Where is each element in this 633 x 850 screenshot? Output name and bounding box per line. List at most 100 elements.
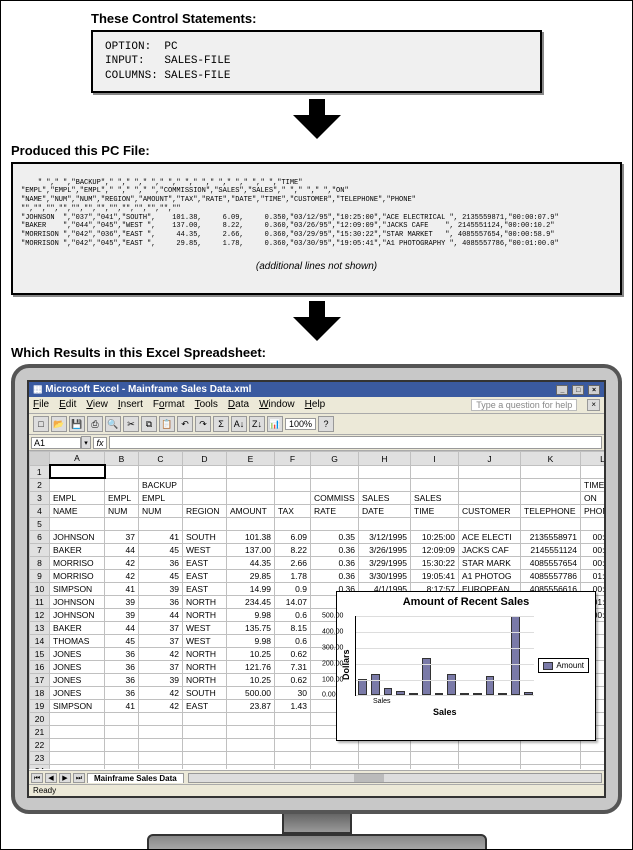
cell[interactable]: SIMPSON (50, 699, 105, 712)
menu-help[interactable]: Help (305, 399, 326, 411)
cell[interactable]: BAKER (50, 543, 105, 556)
cell[interactable]: 0.36 (311, 556, 359, 569)
row-header[interactable]: 17 (30, 673, 50, 686)
tab-first-icon[interactable]: ⏮ (31, 773, 43, 783)
cell[interactable]: SALES (411, 491, 459, 504)
cell[interactable]: SOUTH (183, 686, 227, 699)
cell[interactable]: 41 (105, 582, 139, 595)
cell[interactable]: STAR MARK (459, 556, 521, 569)
cell[interactable]: WEST (183, 634, 227, 647)
cell[interactable] (50, 725, 105, 738)
cell[interactable] (227, 738, 275, 751)
cell[interactable]: 8.22 (275, 543, 311, 556)
cell[interactable]: 23.87 (227, 699, 275, 712)
cell[interactable]: 101.38 (227, 530, 275, 543)
cell[interactable]: JONES (50, 647, 105, 660)
horizontal-scrollbar[interactable] (188, 773, 602, 783)
cell[interactable] (411, 465, 459, 478)
cell[interactable]: 3/26/1995 (359, 543, 411, 556)
cell[interactable] (50, 738, 105, 751)
cell[interactable]: 135.75 (227, 621, 275, 634)
cell[interactable] (139, 764, 183, 769)
cell[interactable]: 0.9 (275, 582, 311, 595)
cell[interactable] (459, 764, 521, 769)
cell[interactable]: TIME (581, 478, 605, 491)
cell[interactable]: 12:09:09 (411, 543, 459, 556)
cell[interactable]: 0.35 (311, 530, 359, 543)
menu-data[interactable]: Data (228, 399, 249, 411)
cell[interactable]: 3/29/1995 (359, 556, 411, 569)
preview-icon[interactable]: 🔍 (105, 416, 121, 432)
cell[interactable]: 42 (139, 699, 183, 712)
sheet-tab[interactable]: Mainframe Sales Data (87, 773, 184, 783)
cell[interactable] (139, 751, 183, 764)
cell[interactable]: BACKUP (139, 478, 183, 491)
cell[interactable] (359, 764, 411, 769)
cell[interactable]: 44 (139, 608, 183, 621)
cell[interactable]: 4085557786 (521, 569, 581, 582)
redo-icon[interactable]: ↷ (195, 416, 211, 432)
cell[interactable] (275, 491, 311, 504)
cell[interactable] (359, 465, 411, 478)
cell[interactable] (359, 751, 411, 764)
row-header[interactable]: 3 (30, 491, 50, 504)
cell[interactable] (275, 725, 311, 738)
col-header[interactable]: H (359, 452, 411, 466)
col-header[interactable]: C (139, 452, 183, 466)
cell[interactable] (359, 517, 411, 530)
cell[interactable] (275, 465, 311, 478)
cell[interactable] (50, 465, 105, 478)
cell[interactable]: EMPL (105, 491, 139, 504)
cell[interactable]: 39 (139, 582, 183, 595)
cell[interactable] (411, 517, 459, 530)
cell[interactable] (581, 751, 605, 764)
save-icon[interactable]: 💾 (69, 416, 85, 432)
cell[interactable]: WEST (183, 621, 227, 634)
cell[interactable]: DATE (359, 504, 411, 517)
cell[interactable] (459, 478, 521, 491)
cell[interactable]: EMPL (139, 491, 183, 504)
cell[interactable] (105, 764, 139, 769)
cell[interactable] (521, 764, 581, 769)
cell[interactable]: 39 (139, 673, 183, 686)
cell[interactable]: NORTH (183, 673, 227, 686)
sort-desc-icon[interactable]: Z↓ (249, 416, 265, 432)
cell[interactable]: 2145551124 (521, 543, 581, 556)
cell[interactable] (275, 764, 311, 769)
cell[interactable] (521, 751, 581, 764)
cell[interactable] (275, 738, 311, 751)
cell[interactable]: 45 (139, 543, 183, 556)
cell[interactable]: 14.07 (275, 595, 311, 608)
row-header[interactable]: 11 (30, 595, 50, 608)
cell[interactable]: 36 (105, 647, 139, 660)
cell[interactable] (105, 517, 139, 530)
cell[interactable]: AMOUNT (227, 504, 275, 517)
cell[interactable] (275, 751, 311, 764)
cell[interactable] (105, 712, 139, 725)
row-header[interactable]: 2 (30, 478, 50, 491)
zoom-selector[interactable]: 100% (285, 418, 316, 430)
cell[interactable] (50, 712, 105, 725)
row-header[interactable]: 13 (30, 621, 50, 634)
sort-asc-icon[interactable]: A↓ (231, 416, 247, 432)
cell[interactable] (139, 517, 183, 530)
cell[interactable]: 37 (139, 634, 183, 647)
name-box[interactable]: A1 (31, 437, 81, 449)
cell[interactable]: NUM (139, 504, 183, 517)
cell[interactable]: MORRISO (50, 556, 105, 569)
cell[interactable]: JACKS CAF (459, 543, 521, 556)
row-header[interactable]: 16 (30, 660, 50, 673)
cell[interactable] (105, 465, 139, 478)
cell[interactable] (227, 712, 275, 725)
cell[interactable] (139, 738, 183, 751)
cell[interactable] (105, 751, 139, 764)
row-header[interactable]: 14 (30, 634, 50, 647)
col-header[interactable]: J (459, 452, 521, 466)
cell[interactable] (105, 725, 139, 738)
cell[interactable]: JOHNSON (50, 595, 105, 608)
cell[interactable]: TAX (275, 504, 311, 517)
doc-close-button[interactable]: × (587, 399, 600, 411)
row-header[interactable]: 7 (30, 543, 50, 556)
cell[interactable]: JONES (50, 686, 105, 699)
cell[interactable]: 36 (139, 556, 183, 569)
